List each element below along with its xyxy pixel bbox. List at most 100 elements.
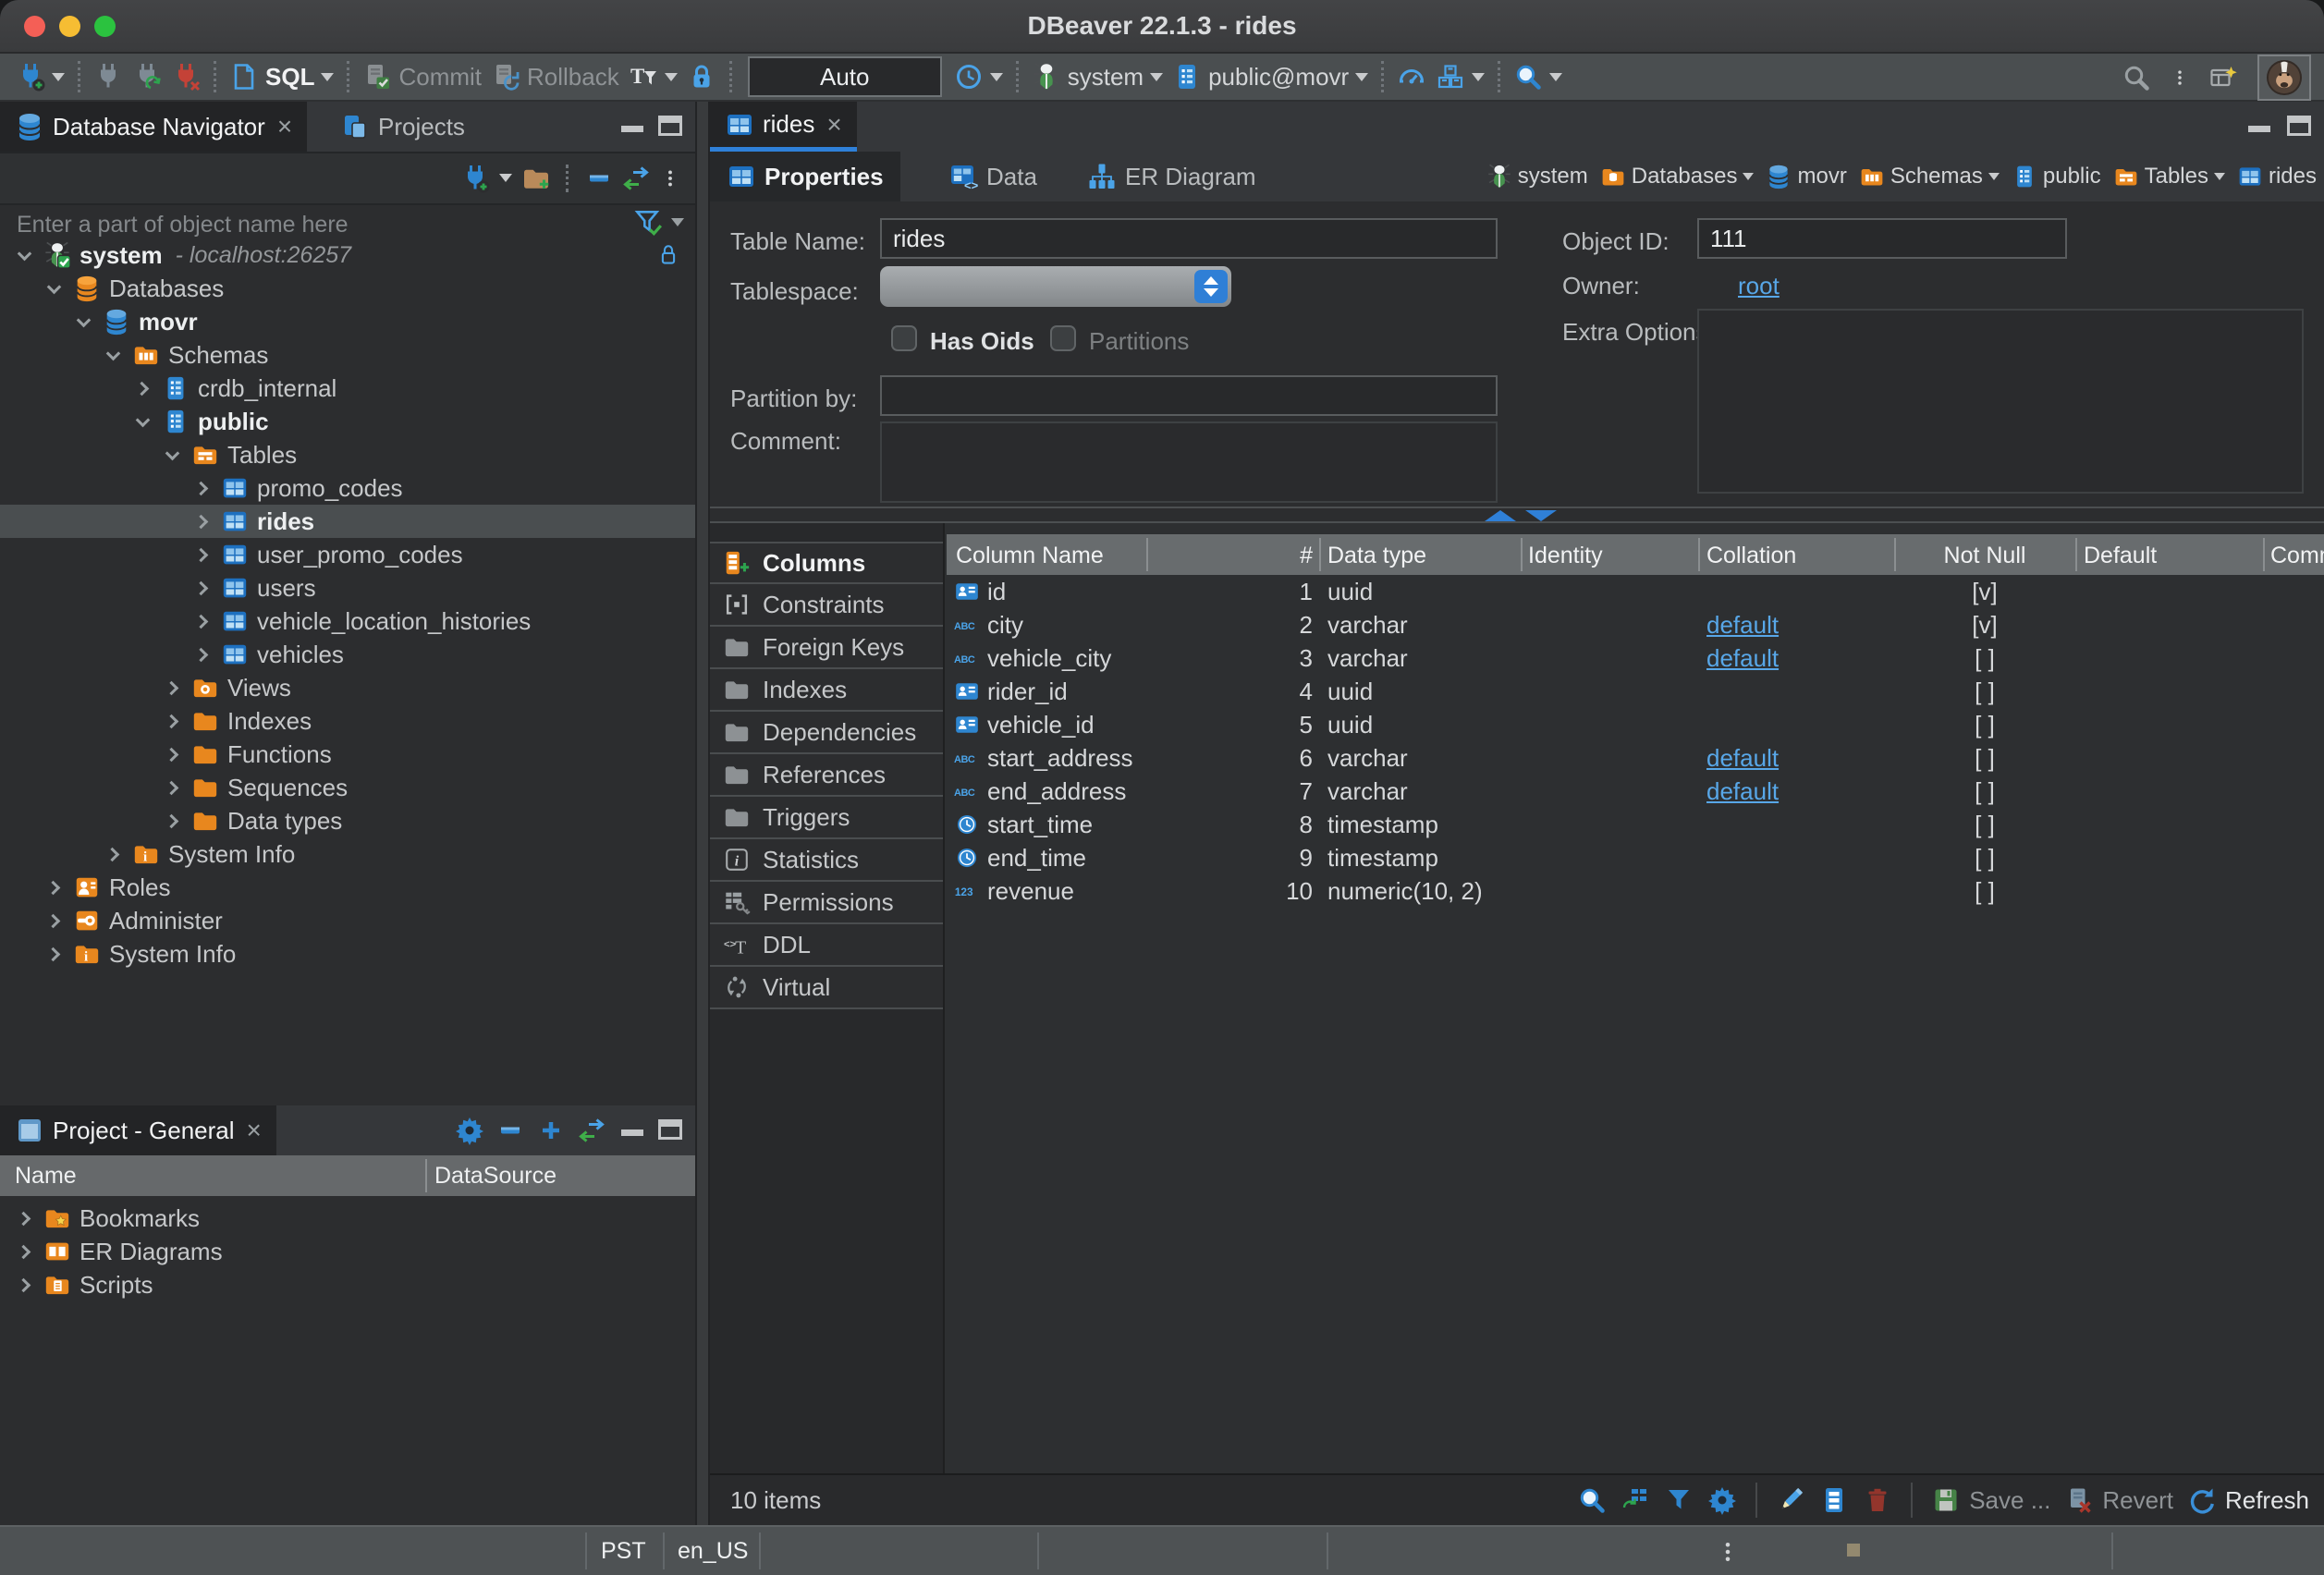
column-header-default[interactable]: Default [2084, 543, 2157, 569]
column-header-identity[interactable]: Identity [1528, 543, 1603, 569]
chevron-down-icon[interactable] [499, 174, 512, 182]
tree-item-system-info[interactable]: iSystem Info [0, 937, 695, 971]
table-name-input[interactable] [880, 218, 1498, 259]
tree-item-schemas[interactable]: Schemas [0, 338, 695, 372]
tree-item-roles[interactable]: Roles [0, 871, 695, 904]
tree-item-data-types[interactable]: Data types [0, 804, 695, 837]
column-divider[interactable] [425, 1159, 427, 1192]
revert-button[interactable]: Revert [2064, 1485, 2173, 1515]
column-notnull-cell[interactable]: [ ] [1894, 877, 2075, 906]
add-column-icon[interactable] [1819, 1485, 1849, 1515]
column-divider[interactable] [1698, 538, 1700, 571]
object-tab-constraints[interactable]: Constraints [710, 584, 943, 627]
tree-item-system-info[interactable]: iSystem Info [0, 837, 695, 871]
column-header-col-2[interactable]: # [1239, 543, 1313, 569]
disconnect-button[interactable] [166, 56, 205, 97]
expand-chevron-icon[interactable] [18, 1212, 31, 1226]
object-id-input[interactable] [1697, 218, 2067, 259]
close-tab-icon[interactable]: × [826, 112, 841, 138]
object-tab-triggers[interactable]: Triggers [710, 797, 943, 839]
object-filter-input[interactable] [15, 208, 592, 241]
filter-settings-icon[interactable] [632, 207, 664, 238]
maximize-panel-button[interactable] [658, 116, 682, 136]
rollback-button[interactable]: Rollback [486, 56, 624, 97]
collapse-chevron-icon[interactable] [136, 415, 150, 429]
maximize-editor-button[interactable] [2287, 116, 2311, 136]
column-notnull-cell[interactable]: [ ] [1894, 777, 2075, 806]
breadcrumb-item-tables[interactable]: Tables [2113, 164, 2225, 189]
expand-chevron-icon[interactable] [18, 1245, 31, 1259]
sql-editor-button[interactable]: SQL [225, 56, 338, 97]
reconnect-button[interactable] [128, 56, 166, 97]
tree-item-public[interactable]: public [0, 405, 695, 438]
gear-icon[interactable] [1707, 1485, 1737, 1515]
tree-item-functions[interactable]: Functions [0, 738, 695, 771]
project-item-bookmarks[interactable]: Bookmarks [0, 1202, 695, 1235]
column-header-not-null[interactable]: Not Null [1894, 543, 2075, 569]
column-row-end-address[interactable]: ABCend_address7varchardefault[ ] [947, 775, 2324, 808]
open-perspective-button[interactable] [2204, 57, 2243, 98]
collapse-chevron-icon[interactable] [77, 315, 91, 329]
column-row-rider-id[interactable]: rider_id4uuid[ ] [947, 675, 2324, 708]
collapse-all-icon[interactable] [495, 1116, 525, 1145]
tree-item-indexes[interactable]: Indexes [0, 704, 695, 738]
search-button[interactable] [1509, 56, 1567, 97]
expand-chevron-icon[interactable] [47, 914, 61, 928]
column-notnull-cell[interactable]: [ ] [1894, 644, 2075, 673]
subtab-data[interactable]: <>Data [932, 152, 1054, 201]
expand-chevron-icon[interactable] [165, 714, 179, 728]
tree-item-user-promo-codes[interactable]: user_promo_codes [0, 538, 695, 571]
column-row-revenue[interactable]: 123revenue10numeric(10, 2)[ ] [947, 874, 2324, 908]
column-row-start-address[interactable]: ABCstart_address6varchardefault[ ] [947, 741, 2324, 775]
tree-item-vehicle-location-histories[interactable]: vehicle_location_histories [0, 604, 695, 638]
column-collation-link[interactable]: default [1706, 611, 1779, 640]
collapse-chevron-icon[interactable] [47, 282, 61, 296]
tree-item-databases[interactable]: Databases [0, 272, 695, 305]
edit-icon[interactable] [1776, 1485, 1805, 1515]
tree-item-rides[interactable]: rides [0, 505, 695, 538]
column-notnull-cell[interactable]: [v] [1894, 611, 2075, 640]
chevron-down-icon[interactable] [1988, 173, 2000, 180]
column-divider[interactable] [2263, 538, 2265, 571]
object-tab-permissions[interactable]: Permissions [710, 882, 943, 924]
expand-chevron-icon[interactable] [106, 848, 120, 861]
tree-item-views[interactable]: Views [0, 671, 695, 704]
object-tab-dependencies[interactable]: Dependencies [710, 712, 943, 754]
owner-link[interactable]: root [1738, 272, 1780, 300]
breadcrumb-item-schemas[interactable]: Schemas [1859, 164, 2000, 189]
active-connection-select[interactable]: system [1027, 56, 1168, 97]
column-divider[interactable] [2075, 538, 2077, 571]
collapse-chevron-icon[interactable] [106, 348, 120, 362]
collapse-all-icon[interactable] [584, 164, 614, 193]
breadcrumb-item-movr[interactable]: movr [1766, 164, 1846, 189]
delete-icon[interactable] [1863, 1485, 1892, 1515]
expand-chevron-icon[interactable] [47, 947, 61, 961]
overflow-menu-icon[interactable] [2171, 63, 2189, 92]
expand-chevron-icon[interactable] [195, 515, 209, 529]
column-header-comm[interactable]: Comm [2270, 543, 2324, 569]
dbeaver-perspective-button[interactable] [2257, 55, 2311, 101]
breadcrumb-item-system[interactable]: system [1486, 164, 1588, 189]
subtab-er-diagram[interactable]: ER Diagram [1070, 152, 1273, 201]
expand-chevron-icon[interactable] [165, 748, 179, 762]
transaction-lock-button[interactable] [682, 56, 721, 97]
commit-button[interactable]: Commit [358, 56, 486, 97]
column-header-collation[interactable]: Collation [1706, 543, 1796, 569]
collapse-chevron-icon[interactable] [165, 448, 179, 462]
column-collation-link[interactable]: default [1706, 777, 1779, 806]
expand-icon[interactable] [536, 1116, 566, 1145]
column-divider[interactable] [1521, 538, 1523, 571]
object-tab-indexes[interactable]: Indexes [710, 669, 943, 712]
close-tab-icon[interactable]: × [247, 1117, 262, 1143]
column-header-name[interactable]: Name [15, 1163, 77, 1190]
partitions-checkbox[interactable] [1050, 325, 1076, 351]
save-button[interactable]: Save ... [1931, 1485, 2050, 1515]
expand-chevron-icon[interactable] [165, 781, 179, 795]
comment-textarea[interactable] [880, 421, 1498, 503]
subtab-properties[interactable]: Properties [710, 152, 900, 201]
tree-item-tables[interactable]: Tables [0, 438, 695, 471]
column-collation-link[interactable]: default [1706, 644, 1779, 673]
tree-item-system[interactable]: system- localhost:26257 [0, 238, 695, 272]
column-header-column-name[interactable]: Column Name [956, 543, 1104, 569]
column-notnull-cell[interactable]: [ ] [1894, 811, 2075, 839]
